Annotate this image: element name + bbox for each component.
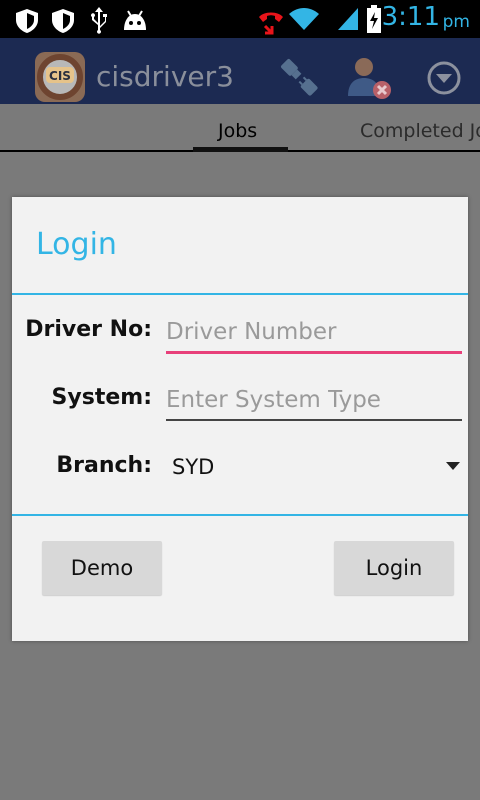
driver-number-input[interactable] [166,311,462,353]
driver-no-label: Driver No: [25,317,152,342]
dialog-button-divider [12,514,468,516]
dialog-title: Login [36,227,117,262]
shield-half-icon [52,9,74,33]
clock-time: 3:11 [381,2,440,32]
app-title: cisdriver3 [96,60,234,93]
plug-connect-icon[interactable] [276,54,324,102]
login-button[interactable]: Login [334,541,454,595]
tab-jobs[interactable]: Jobs [218,120,257,142]
dialog-title-divider [12,293,468,295]
branch-selected-value: SYD [172,455,215,479]
system-type-input[interactable] [166,379,462,421]
svg-text:CIS: CIS [49,69,71,83]
battery-charging-icon [367,5,381,33]
user-remove-icon[interactable] [344,52,396,104]
android-debug-icon [124,10,146,30]
shield-icon [16,9,38,33]
signal-icon [338,8,358,30]
system-label: System: [51,385,152,410]
status-bar: 3:11 pm [0,0,480,38]
branch-spinner[interactable]: SYD [166,445,462,489]
tab-completed-jobs[interactable]: Completed Jo [360,120,480,142]
driver-number-underline [166,351,462,354]
wifi-icon [289,8,319,30]
tab-bar: Jobs Completed Jo [0,104,480,152]
login-dialog: Login Driver No: System: Branch: SYD Dem… [12,197,468,641]
demo-button[interactable]: Demo [42,541,162,595]
overflow-dropdown-icon[interactable] [426,60,462,96]
spinner-arrow-icon [446,462,460,470]
usb-icon [91,7,107,34]
clock-ampm: pm [442,12,470,32]
missed-call-icon [259,12,283,35]
app-logo-icon[interactable]: CIS [34,51,86,103]
system-type-underline [166,419,462,421]
branch-label: Branch: [56,453,152,478]
action-bar: CIS cisdriver3 [0,38,480,104]
tab-selected-indicator [193,147,288,152]
